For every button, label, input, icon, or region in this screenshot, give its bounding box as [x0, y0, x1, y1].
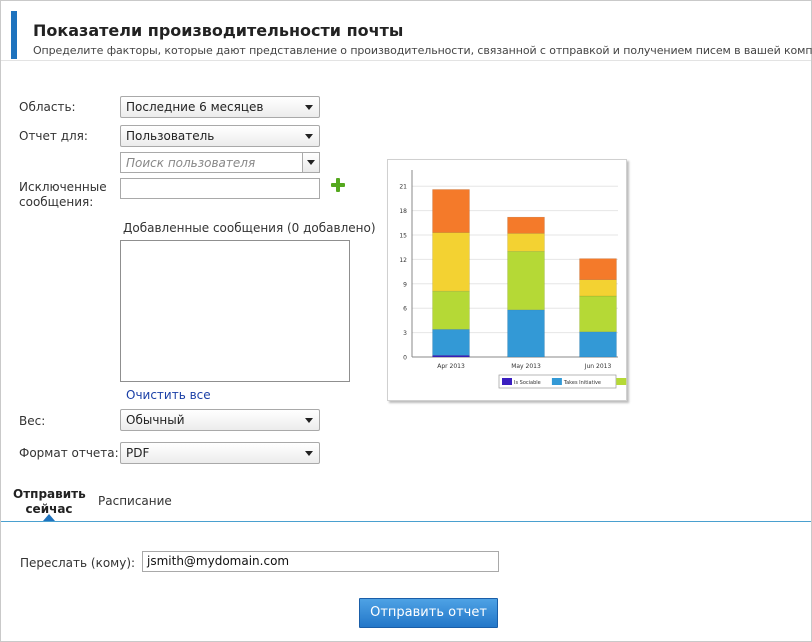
y-tick-label: 9: [403, 281, 407, 288]
added-messages-label: Добавленные сообщения (0 добавлено): [123, 221, 376, 235]
user-search-combo[interactable]: Поиск пользователя: [120, 152, 320, 173]
y-tick-label: 3: [403, 330, 407, 337]
bar-segment: [507, 251, 545, 311]
user-search-placeholder: Поиск пользователя: [126, 156, 256, 170]
added-messages-list[interactable]: [120, 240, 350, 382]
x-tick-label: Apr 2013: [437, 363, 465, 370]
active-tab-indicator: [43, 514, 55, 521]
page-title: Показатели производительности почты: [33, 21, 404, 40]
bar-segment: [579, 331, 617, 358]
report-for-label: Отчет для:: [19, 129, 88, 143]
header-accent-bar: [11, 11, 17, 59]
legend-label: Is Sociable: [514, 380, 541, 386]
clear-all-link[interactable]: Очистить все: [126, 388, 211, 402]
scope-select[interactable]: Последние 6 месяцев: [120, 96, 320, 118]
bar-segment: [507, 309, 545, 358]
excluded-messages-input[interactable]: [120, 178, 320, 199]
legend-swatch: [616, 378, 627, 385]
chart-preview: 0 3 6 9 12 15 18 21 Apr 2013 May 2013 Jun 2013 Is S…: [387, 159, 627, 401]
y-tick-label: 21: [399, 184, 407, 191]
scope-label: Область:: [19, 100, 76, 114]
x-tick-label: Jun 2013: [584, 363, 612, 370]
chevron-down-icon: [307, 160, 315, 165]
chevron-down-icon: [305, 451, 313, 456]
x-tick-label: May 2013: [511, 363, 541, 370]
scope-select-value: Последние 6 месяцев: [126, 100, 264, 114]
legend-swatch: [502, 378, 512, 385]
bar-segment: [579, 279, 617, 297]
bar-segment: [507, 233, 545, 252]
bar-segment: [432, 232, 470, 292]
chevron-down-icon: [305, 105, 313, 110]
bar-segment: [432, 329, 470, 356]
weight-label: Вес:: [19, 414, 46, 428]
add-plus-icon[interactable]: [331, 178, 345, 192]
format-select-value: PDF: [126, 446, 150, 460]
tab-divider: [1, 521, 811, 522]
format-select[interactable]: PDF: [120, 442, 320, 464]
weight-select[interactable]: Обычный: [120, 409, 320, 431]
format-label: Формат отчета:: [19, 446, 119, 460]
bar-segment: [507, 216, 545, 234]
stacked-bar-chart: 0 3 6 9 12 15 18 21 Apr 2013 May 2013 Jun 2013 Is S…: [399, 170, 627, 389]
header-divider: [1, 60, 811, 61]
send-report-button[interactable]: Отправить отчет: [359, 598, 498, 628]
legend-swatch: [551, 378, 562, 385]
report-for-select-value: Пользователь: [126, 129, 215, 143]
bar-segment: [579, 258, 617, 280]
bar-segment: [579, 295, 617, 333]
report-for-select[interactable]: Пользователь: [120, 125, 320, 147]
tab-schedule[interactable]: Расписание: [98, 494, 172, 509]
excluded-label-line1: Исключенные: [19, 180, 107, 194]
y-tick-label: 15: [399, 233, 407, 240]
user-search-dropdown-button[interactable]: [302, 153, 319, 172]
chevron-down-icon: [305, 418, 313, 423]
y-tick-label: 12: [399, 257, 407, 264]
tab-send-now-line1: Отправить: [13, 487, 86, 501]
weight-select-value: Обычный: [126, 413, 185, 427]
page-subtitle: Определите факторы, которые дают предста…: [33, 44, 812, 57]
legend-label: Takes Initiative: [563, 380, 601, 386]
bar-segment: [432, 290, 470, 330]
forward-email-value: jsmith@mydomain.com: [147, 554, 290, 568]
forward-label: Переслать (кому):: [20, 556, 136, 570]
bar-segment: [432, 189, 470, 233]
chevron-down-icon: [305, 134, 313, 139]
y-tick-label: 6: [403, 306, 407, 313]
y-tick-label: 0: [403, 355, 407, 362]
y-tick-label: 18: [399, 208, 407, 215]
excluded-label-line2: сообщения:: [19, 195, 94, 209]
tab-send-now[interactable]: Отправить сейчас: [13, 487, 86, 517]
forward-email-input[interactable]: jsmith@mydomain.com: [142, 551, 499, 572]
report-window: Показатели производительности почты Опре…: [0, 0, 812, 642]
